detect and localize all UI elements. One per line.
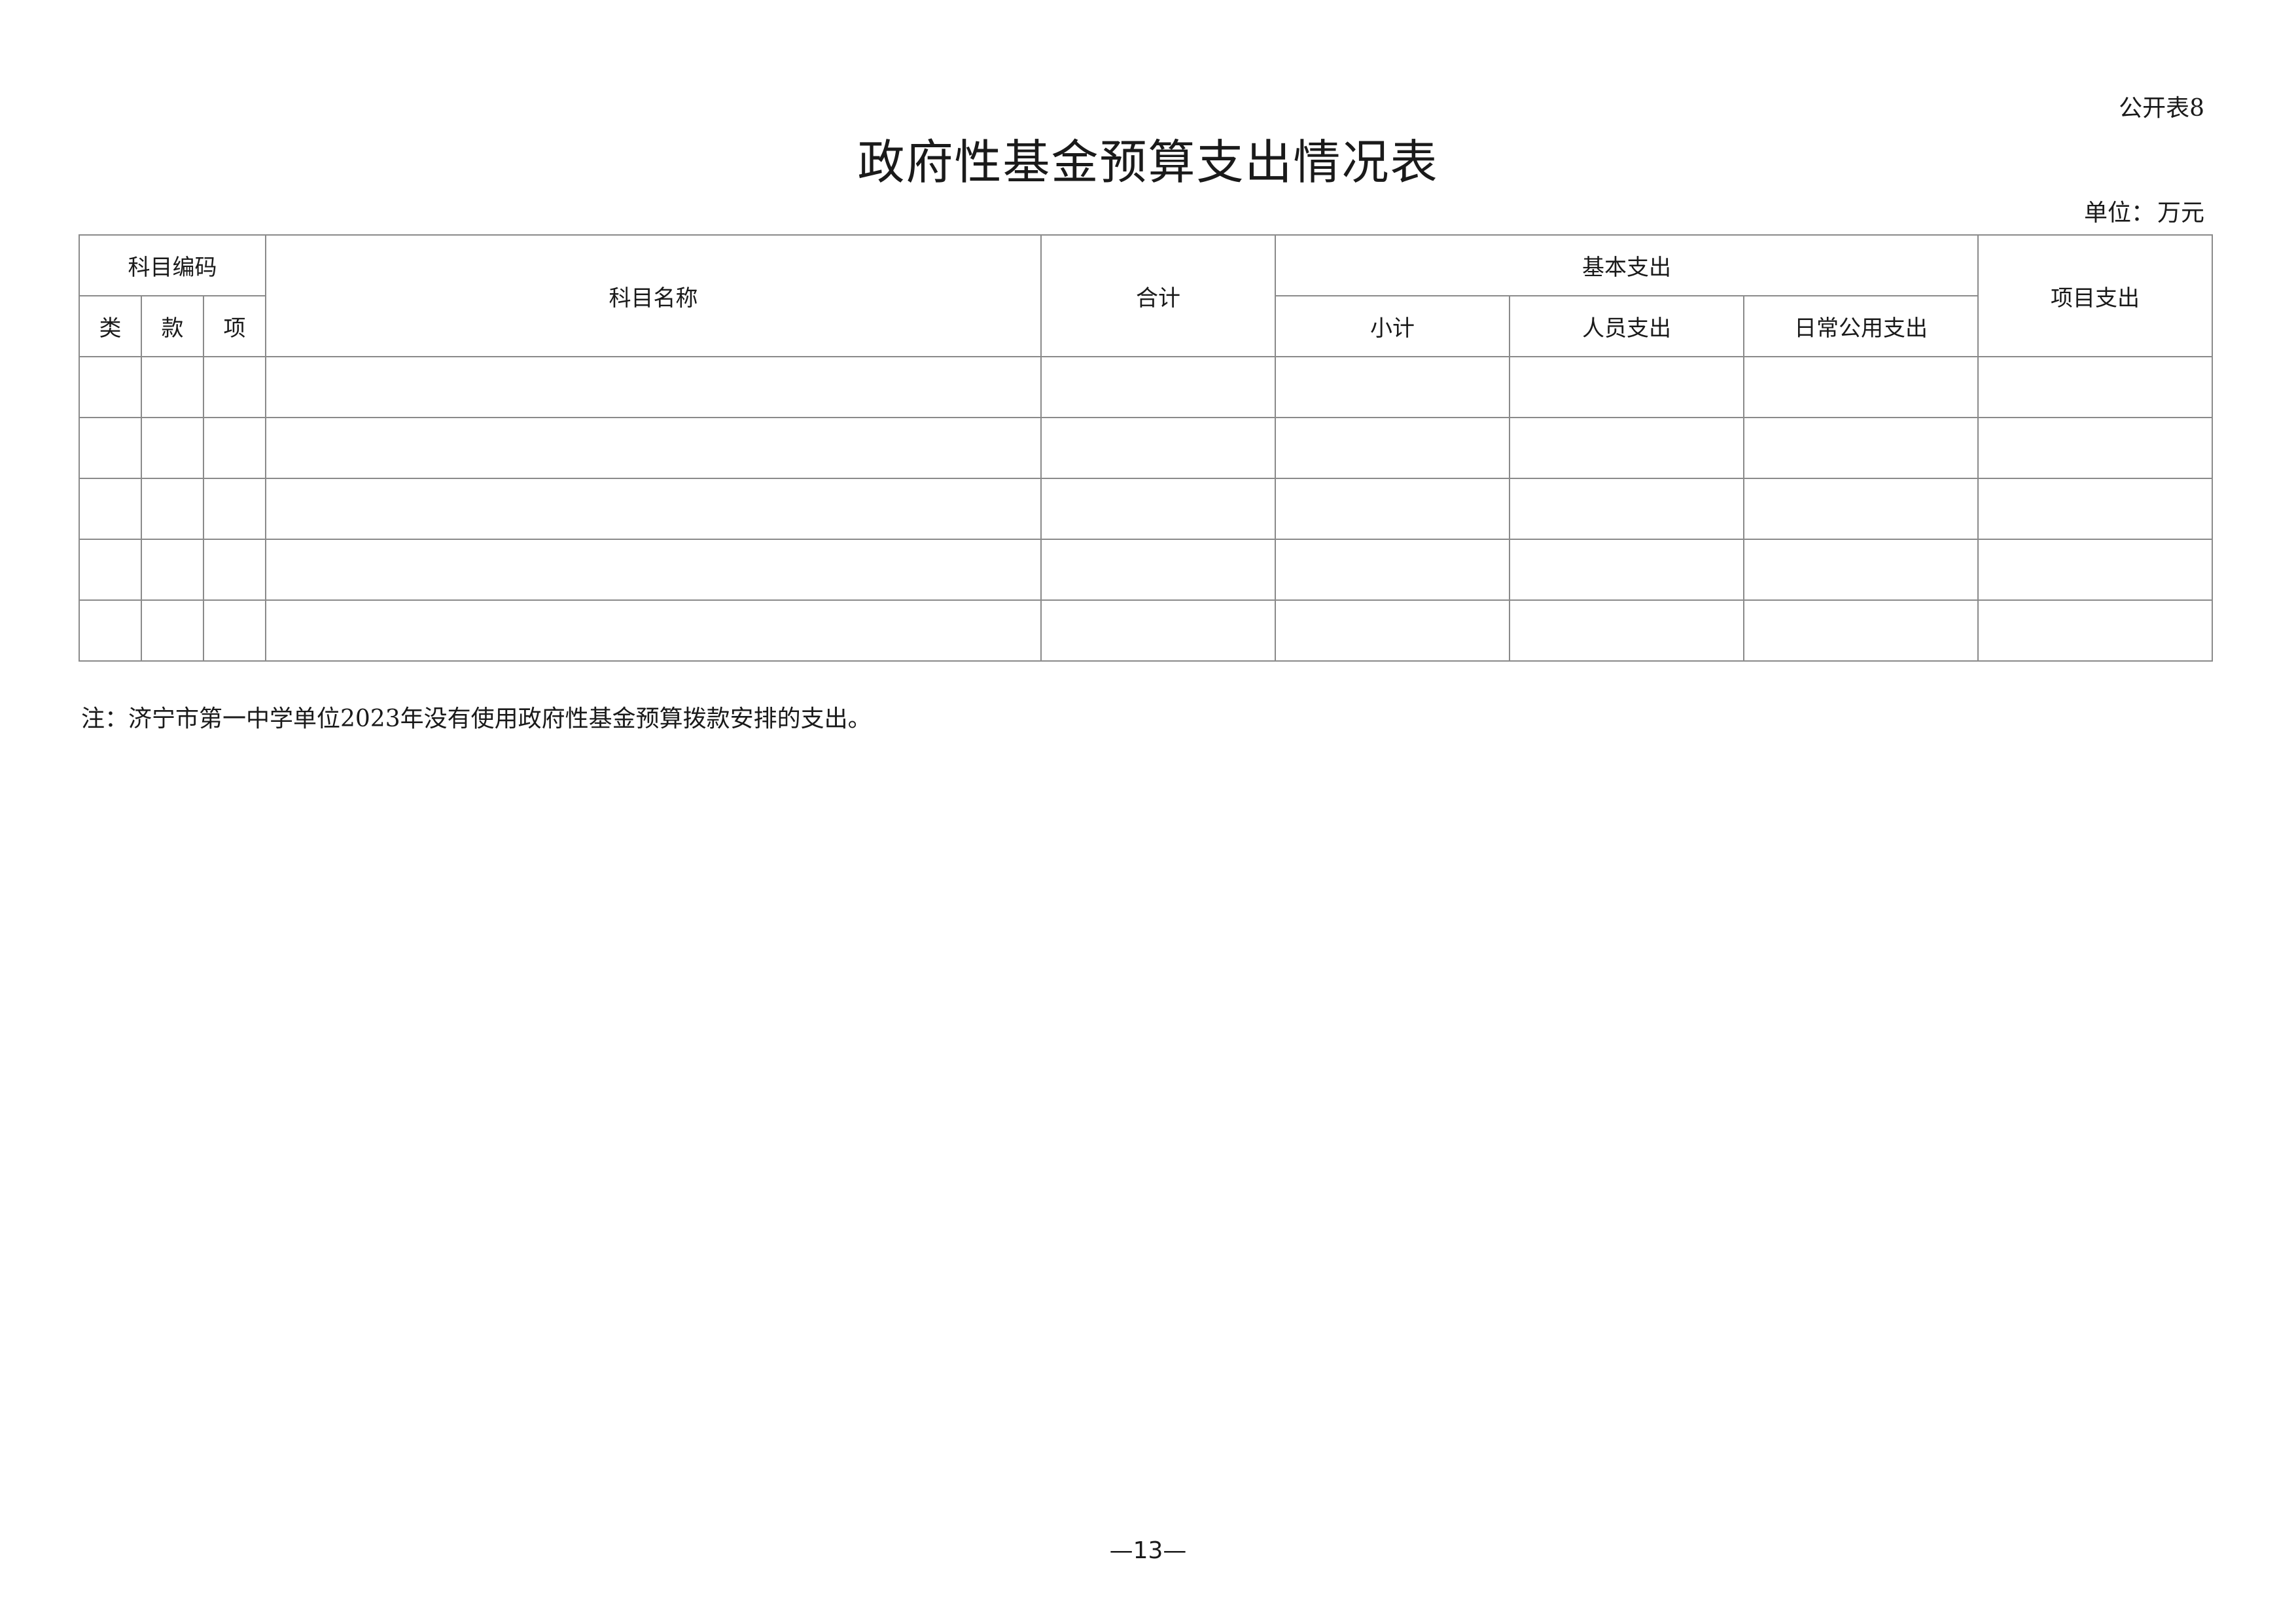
table-cell bbox=[265, 356, 1042, 418]
header-total: 合计 bbox=[1040, 234, 1276, 357]
table-row bbox=[79, 599, 2213, 662]
header-subject-code: 科目编码 bbox=[79, 234, 266, 296]
table-cell bbox=[203, 356, 266, 418]
table-cell bbox=[265, 599, 1042, 662]
table-cell bbox=[141, 478, 204, 540]
table-row bbox=[79, 417, 2213, 479]
table-cell bbox=[1509, 539, 1744, 601]
table-cell bbox=[1509, 356, 1744, 418]
header-section: 款 bbox=[141, 295, 204, 357]
table-cell bbox=[1509, 417, 1744, 479]
table-cell bbox=[1977, 478, 2213, 540]
table-cell bbox=[1275, 417, 1510, 479]
header-subtotal: 小计 bbox=[1275, 295, 1510, 357]
table-cell bbox=[1977, 539, 2213, 601]
table-cell bbox=[1509, 478, 1744, 540]
table-cell bbox=[1275, 539, 1510, 601]
table-row bbox=[79, 356, 2213, 418]
header-public-daily: 日常公用支出 bbox=[1743, 295, 1979, 357]
table-cell bbox=[79, 417, 142, 479]
unit-label-prefix: 单位： bbox=[2083, 200, 2155, 226]
table-cell bbox=[1275, 478, 1510, 540]
header-category: 类 bbox=[79, 295, 142, 357]
table-cell bbox=[1040, 599, 1276, 662]
table-cell bbox=[1040, 478, 1276, 540]
header-row-1: 科目编码 科目名称 合计 基本支出 项目支出 bbox=[79, 234, 2213, 357]
table-cell bbox=[265, 539, 1042, 601]
table-cell bbox=[1977, 417, 2213, 479]
table-cell bbox=[1743, 478, 1979, 540]
table-cell bbox=[1743, 599, 1979, 662]
table-row bbox=[79, 478, 2213, 540]
table-cell bbox=[79, 599, 142, 662]
table-cell bbox=[79, 356, 142, 418]
table-cell bbox=[141, 599, 204, 662]
table-cell bbox=[1275, 356, 1510, 418]
table-cell bbox=[203, 478, 266, 540]
table-cell bbox=[1275, 599, 1510, 662]
table-row bbox=[79, 539, 2213, 601]
table-cell bbox=[265, 478, 1042, 540]
page-title: 政府性基金预算支出情况表 bbox=[857, 135, 1439, 190]
table-cell bbox=[1509, 599, 1744, 662]
table-cell bbox=[203, 599, 266, 662]
unit-label: 单位： 万元 bbox=[2084, 198, 2204, 229]
table-cell bbox=[1977, 599, 2213, 662]
header-item: 项 bbox=[203, 295, 266, 357]
page-number: —13— bbox=[1109, 1537, 1187, 1564]
table-cell bbox=[79, 478, 142, 540]
table-cell bbox=[141, 356, 204, 418]
table-cell bbox=[203, 417, 266, 479]
table-cell bbox=[1040, 539, 1276, 601]
table-cell bbox=[1743, 356, 1979, 418]
table-cell bbox=[1743, 417, 1979, 479]
table-cell bbox=[1743, 539, 1979, 601]
header-project-expenditure: 项目支出 bbox=[1977, 234, 2213, 357]
budget-expenditure-table: 科目编码 科目名称 合计 基本支出 项目支出 类 款 项 小计 人员支出 日常公… bbox=[79, 234, 2213, 662]
table-cell bbox=[1977, 356, 2213, 418]
unit-value: 万元 bbox=[2157, 200, 2204, 226]
table-cell bbox=[141, 417, 204, 479]
header-basic-expenditure: 基本支出 bbox=[1275, 234, 1979, 296]
table-cell bbox=[1040, 356, 1276, 418]
footnote: 注：济宁市第一中学单位2023年没有使用政府性基金预算拨款安排的支出。 bbox=[81, 705, 872, 732]
table-cell bbox=[1040, 417, 1276, 479]
table-reference: 公开表8 bbox=[2119, 95, 2204, 122]
table-cell bbox=[265, 417, 1042, 479]
header-subject-name: 科目名称 bbox=[265, 234, 1042, 357]
table-cell bbox=[203, 539, 266, 601]
table-cell bbox=[79, 539, 142, 601]
header-personnel: 人员支出 bbox=[1509, 295, 1744, 357]
table-cell bbox=[141, 539, 204, 601]
